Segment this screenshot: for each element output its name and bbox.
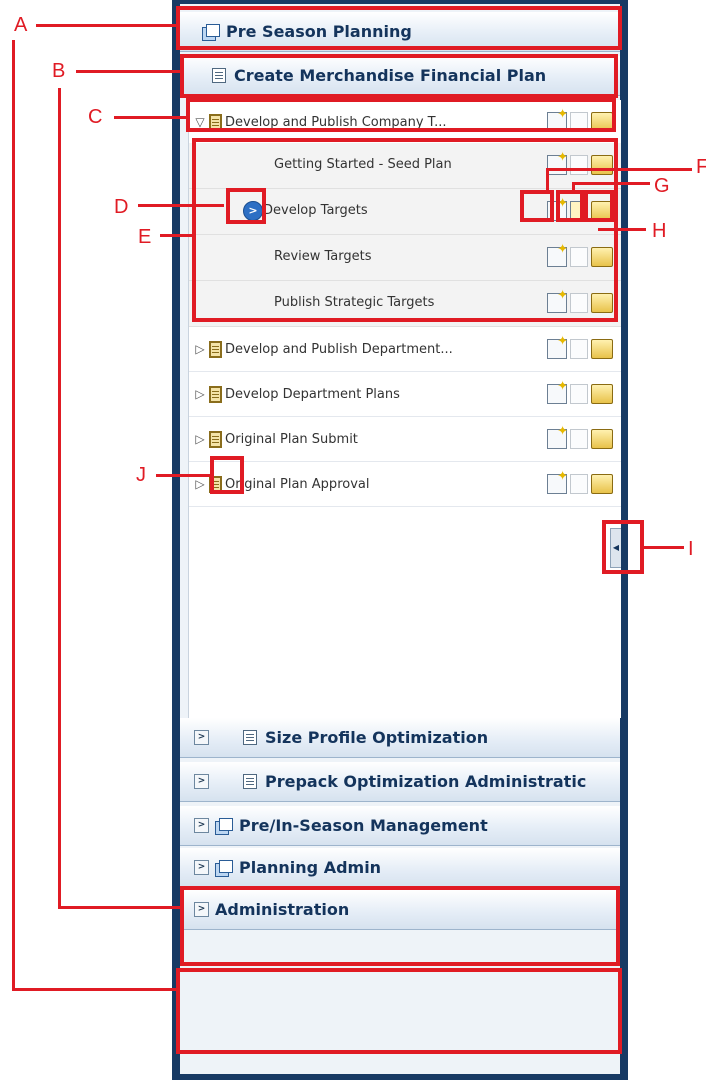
open-folder-icon[interactable] [591,384,613,404]
callout-box-d [226,188,266,224]
document-icon [570,384,588,404]
collapsed-toggle-icon[interactable]: ▷ [191,387,209,401]
callout-label-i: I [688,538,694,560]
callout-box-f [520,190,554,222]
callout-box-a [176,6,622,50]
callout-label-c: C [88,106,103,128]
callout-line [572,182,650,185]
task-planning-admin[interactable]: > Planning Admin [180,848,620,888]
activity-row[interactable]: ▷ Original Plan Submit [189,417,621,462]
callout-line [546,168,549,192]
callout-label-h: H [652,220,667,242]
callout-line [160,234,194,237]
chevron-right-icon[interactable]: > [194,774,209,789]
callout-label-d: D [114,196,129,218]
new-icon[interactable] [547,379,568,404]
task-pre-in-season-management[interactable]: > Pre/In-Season Management [180,806,620,846]
callout-box-j [210,456,244,494]
activity-label: Original Plan Submit [225,431,358,447]
callout-line [12,988,178,991]
open-folder-icon[interactable] [591,474,613,494]
subtask-label: Size Profile Optimization [265,728,489,747]
callout-box-i [602,520,644,574]
task-label: Planning Admin [239,858,382,877]
task-icon [215,817,233,835]
activity-label: Original Plan Approval [225,476,370,492]
collapsed-toggle-icon[interactable]: ▷ [191,342,209,356]
callout-box-e [192,138,618,322]
open-folder-icon[interactable] [591,429,613,449]
subtask-label: Prepack Optimization Administratic [265,772,587,791]
subtask-size-profile-optimization[interactable]: > Size Profile Optimization [180,718,620,758]
callout-label-j: J [136,464,146,486]
task-label: Pre/In-Season Management [239,816,488,835]
activity-icon [209,340,222,358]
new-icon[interactable] [547,424,568,449]
callout-box-b2 [180,886,620,966]
subtask-icon [243,730,257,745]
activity-row[interactable]: ▷ Develop and Publish Department... [189,327,621,372]
activity-actions [547,424,613,449]
new-icon[interactable] [547,469,568,494]
callout-box-a2 [176,968,622,1054]
chevron-right-icon[interactable]: > [194,818,209,833]
activity-label: Develop Department Plans [225,386,400,402]
callout-label-b: B [52,60,66,82]
activity-icon [209,430,222,448]
chevron-right-icon[interactable]: > [194,860,209,875]
callout-box-g [556,190,584,222]
callout-line [58,906,180,909]
chevron-right-icon[interactable]: > [194,730,209,745]
callout-line [546,168,692,171]
callout-line [76,70,180,73]
callout-label-e: E [138,226,152,248]
subtask-prepack-optimization-administration[interactable]: > Prepack Optimization Administratic [180,762,620,802]
callout-line [138,204,224,207]
callout-line [156,474,210,477]
callout-line [58,88,61,908]
callout-label-g: G [654,175,670,197]
callout-box-c [186,98,616,132]
activity-row[interactable]: ▷ Develop Department Plans [189,372,621,417]
callout-label-a: A [14,14,28,36]
activity-label: Develop and Publish Department... [225,341,453,357]
document-icon [570,339,588,359]
task-icon [215,859,233,877]
callout-line [114,116,186,119]
open-folder-icon[interactable] [591,339,613,359]
new-icon[interactable] [547,334,568,359]
callout-box-b [180,54,618,98]
activity-actions [547,379,613,404]
collapsed-toggle-icon[interactable]: ▷ [191,477,209,491]
callout-line [12,40,15,990]
activity-actions [547,469,613,494]
callout-line [644,546,684,549]
callout-line [598,228,646,231]
activity-row[interactable]: ▷ Original Plan Approval [189,462,621,507]
callout-label-f: F [696,156,706,178]
activity-icon [209,385,222,403]
subtask-icon [243,774,257,789]
document-icon [570,474,588,494]
callout-box-h [584,190,614,222]
activity-actions [547,334,613,359]
callout-line [36,24,176,27]
collapsed-toggle-icon[interactable]: ▷ [191,432,209,446]
document-icon [570,429,588,449]
